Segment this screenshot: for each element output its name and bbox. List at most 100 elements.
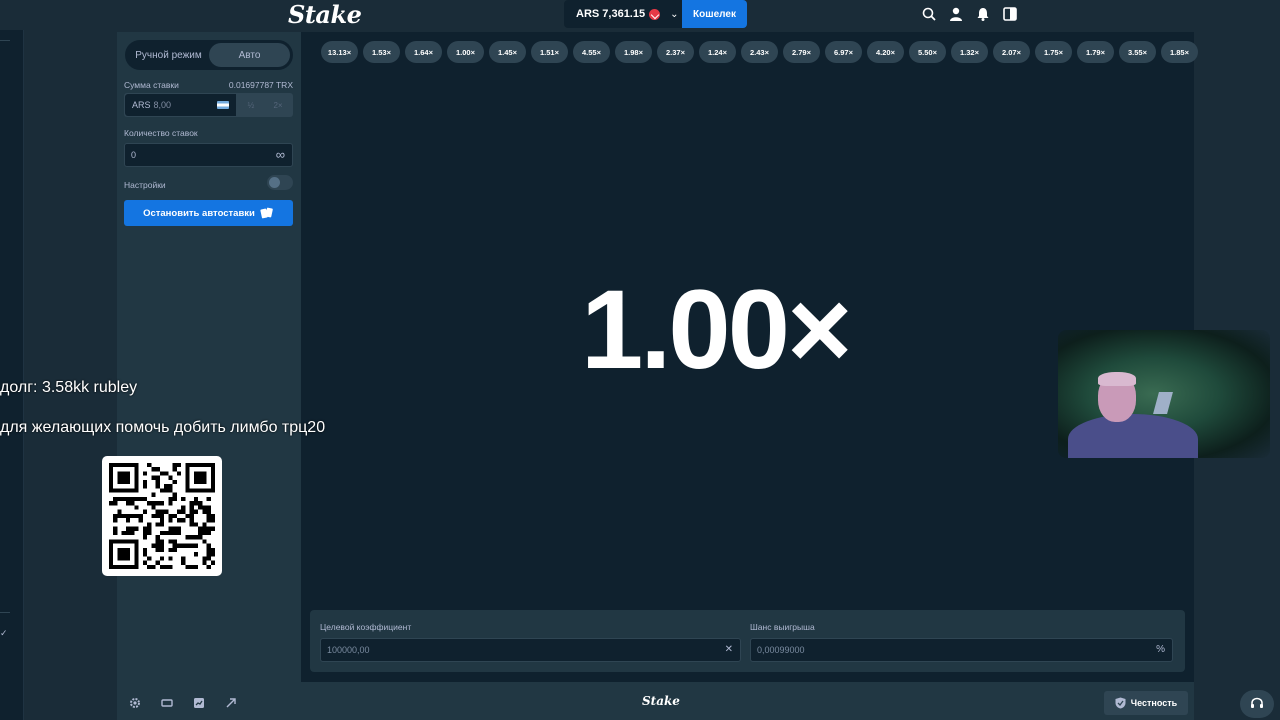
qr-module [193,496,199,502]
rail-divider [0,612,10,613]
bet-currency: ARS [132,100,151,110]
history-chip[interactable]: 1.51× [531,41,568,63]
qr-module [168,488,173,493]
qr-module [134,513,139,519]
qr-module [155,475,160,480]
qr-module [159,488,165,493]
qr-module [125,530,131,536]
qr-module [189,509,194,514]
qr-module [121,513,126,519]
history-chip[interactable]: 13.13× [321,41,358,63]
half-bet-button[interactable]: ½ [237,93,265,117]
qr-module [210,552,215,557]
tab-manual[interactable]: Ручной режим [128,43,209,67]
theatre-mode-icon[interactable] [161,697,173,709]
tab-auto[interactable]: Авто [209,43,290,67]
argentina-flag-icon [217,101,229,109]
qr-module [193,501,199,506]
qr-module [142,471,148,476]
history-chip[interactable]: 1.24× [699,41,736,63]
streamer-webcam [1058,330,1270,458]
bet-amount-input[interactable]: ARS 8,00 [125,94,236,116]
qr-module [168,530,173,536]
qr-module [159,547,165,553]
history-chip[interactable]: 4.55× [573,41,610,63]
qr-module [134,496,139,502]
history-chip[interactable]: 2.07× [993,41,1030,63]
qr-module [185,535,190,540]
qr-module [206,543,211,548]
history-chip[interactable]: 1.32× [951,41,988,63]
history-chip[interactable]: 1.00× [447,41,484,63]
qr-module [125,526,131,531]
qr-module [155,513,160,519]
qr-module [121,530,126,536]
fairness-button[interactable]: Честность [1104,691,1188,715]
qr-module [147,501,152,506]
target-multiplier-input[interactable]: 100000,00 ✕ [320,638,741,662]
qr-module [206,530,211,536]
qr-module [189,501,194,506]
qr-module [147,526,152,531]
qr-module [164,564,169,569]
settings-icon[interactable] [129,697,141,709]
sidebar-toggle-icon[interactable] [1002,6,1018,22]
qr-module [172,513,177,519]
qr-module [159,501,165,506]
history-chip[interactable]: 1.98× [615,41,652,63]
user-icon[interactable] [948,6,964,22]
wallet-button[interactable]: Кошелек [682,0,747,28]
qr-module [142,560,148,565]
history-chip[interactable]: 2.79× [783,41,820,63]
qr-module [151,564,156,569]
qr-module [206,518,211,523]
popout-icon[interactable] [225,697,237,709]
history-chip[interactable]: 1.75× [1035,41,1072,63]
search-icon[interactable] [921,6,937,22]
qr-module [176,543,182,548]
history-chip[interactable]: 1.64× [405,41,442,63]
qr-module [206,526,211,531]
qr-module [151,475,156,480]
qr-module [155,522,160,527]
qr-module [189,513,194,519]
history-chip[interactable]: 5.50× [909,41,946,63]
history-chip[interactable]: 1.53× [363,41,400,63]
history-chip[interactable]: 1.85× [1161,41,1198,63]
history-chip[interactable]: 2.37× [657,41,694,63]
qr-module [202,522,207,527]
qr-module [151,501,156,506]
qr-module [181,560,186,565]
qr-module [151,492,156,497]
qr-module [125,496,131,502]
live-support-button[interactable] [1240,690,1274,718]
history-chip[interactable]: 3.55× [1119,41,1156,63]
stop-autobet-button[interactable]: Остановить автоставки [124,200,293,226]
balance-dropdown[interactable]: ARS 7,361.15 ⌄ [564,0,682,28]
qr-module [168,501,173,506]
stats-icon[interactable] [193,697,205,709]
double-bet-button[interactable]: 2× [264,93,292,117]
history-chip[interactable]: 4.20× [867,41,904,63]
history-chip[interactable]: 1.79× [1077,41,1114,63]
bell-icon[interactable] [975,6,991,22]
qr-module [168,496,173,502]
qr-module [130,513,135,519]
qr-module [210,560,215,565]
qr-module [181,509,186,514]
qr-module [117,509,122,514]
settings-toggle[interactable] [267,175,293,190]
chevron-icon[interactable]: ✓ [0,628,8,639]
win-chance-input[interactable]: 0,00099000 % [750,638,1173,662]
qr-module [168,564,173,569]
qr-module [155,547,160,553]
history-chip[interactable]: 1.45× [489,41,526,63]
qr-module [198,526,203,531]
bet-count-input[interactable]: 0 ∞ [124,143,293,167]
qr-module [206,547,211,553]
qr-module [193,552,199,557]
history-chip[interactable]: 6.97× [825,41,862,63]
stake-logo[interactable]: Stake [288,0,362,29]
infinity-icon[interactable]: ∞ [276,147,285,162]
history-chip[interactable]: 2.43× [741,41,778,63]
